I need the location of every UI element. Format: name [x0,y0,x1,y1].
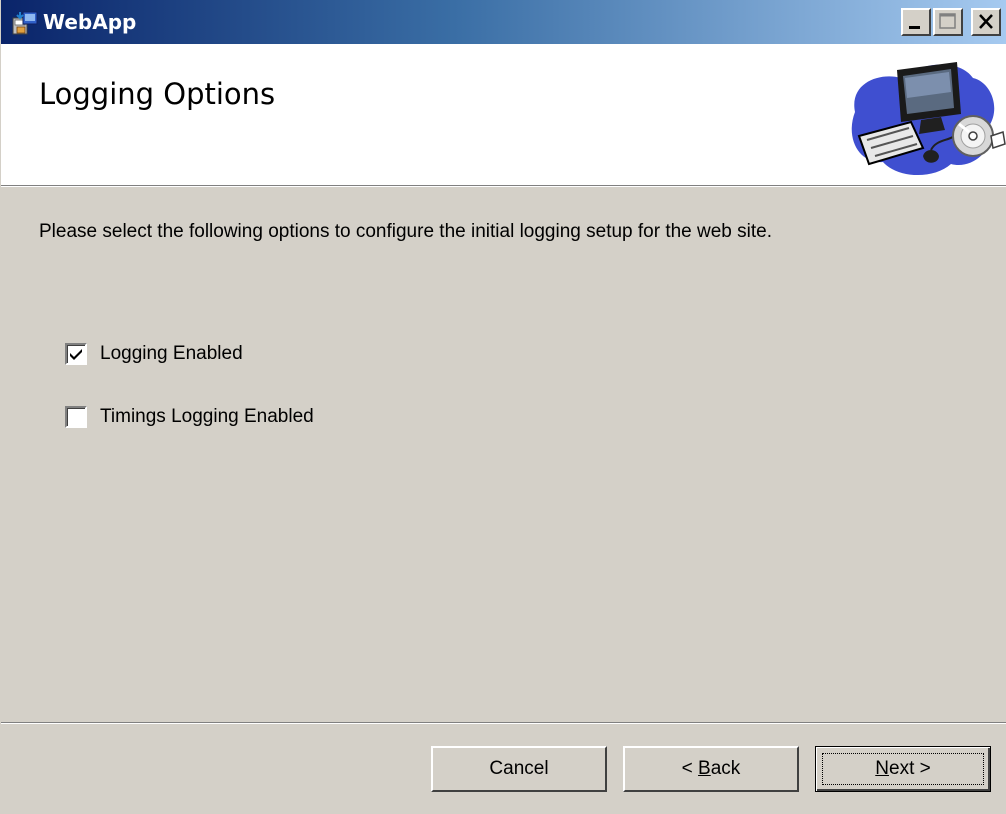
window-title: WebApp [43,10,137,34]
footer-divider [1,722,1006,724]
back-rest: ack [710,758,741,779]
timings-logging-checkbox[interactable] [65,406,87,428]
next-rest: ext > [889,758,931,779]
minimize-button[interactable] [901,8,931,36]
page-title: Logging Options [39,77,276,111]
cancel-button-label: Cancel [489,758,549,779]
installer-app-icon [12,11,38,35]
minimize-icon [909,26,920,29]
back-accelerator: B [698,758,711,779]
logging-enabled-checkbox[interactable] [65,343,87,365]
checkmark-icon [70,349,82,360]
close-icon [979,14,993,29]
instruction-text: Please select the following options to c… [39,221,773,242]
title-bar[interactable]: WebApp [1,0,1006,44]
next-accelerator: N [875,758,889,779]
cancel-button[interactable]: Cancel [431,746,607,792]
back-button-label: < Back [682,758,741,779]
close-button[interactable] [971,8,1001,36]
back-button[interactable]: < Back [623,746,799,792]
next-button[interactable]: Next > [815,746,991,792]
header-banner: Logging Options [1,44,1006,185]
banner-divider [1,185,1006,187]
maximize-button[interactable] [933,8,963,36]
next-button-label: Next > [875,758,930,779]
timings-logging-label[interactable]: Timings Logging Enabled [100,404,314,430]
computer-illustration-icon [851,62,1006,176]
back-prefix: < [681,758,699,779]
installer-window: WebApp Logging Options Please select the… [0,0,1006,814]
maximize-icon [939,13,956,29]
logging-enabled-label[interactable]: Logging Enabled [100,341,243,367]
